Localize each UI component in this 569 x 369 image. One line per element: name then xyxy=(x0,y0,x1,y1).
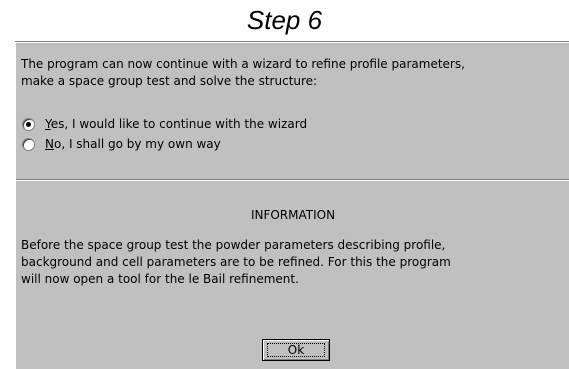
radio-mnemonic-no: N xyxy=(45,137,54,151)
radio-label-yes[interactable]: Yes, I would like to continue with the w… xyxy=(45,117,307,131)
ok-button-label: Ok xyxy=(287,343,305,357)
radio-button-no[interactable] xyxy=(22,137,35,151)
info-heading: INFORMATION xyxy=(250,208,336,222)
radio-option-no[interactable]: No, I shall go by my own way xyxy=(22,135,221,153)
ok-button-focus: Ok xyxy=(267,343,325,357)
radio-label-no[interactable]: No, I shall go by my own way xyxy=(45,137,221,151)
prompt-text: The program can now continue with a wiza… xyxy=(21,56,541,90)
info-text: Before the space group test the powder p… xyxy=(21,237,551,288)
ok-button[interactable]: Ok xyxy=(262,339,330,361)
info-line-3: will now open a tool for the le Bail ref… xyxy=(21,272,299,286)
page-title: Step 6 xyxy=(246,5,323,35)
radio-text-yes: es, I would like to continue with the wi… xyxy=(50,117,308,131)
radio-option-yes[interactable]: Yes, I would like to continue with the w… xyxy=(22,115,307,133)
info-line-2: background and cell parameters are to be… xyxy=(21,255,451,269)
radio-text-no: o, I shall go by my own way xyxy=(53,137,221,151)
radio-button-yes[interactable] xyxy=(22,117,35,131)
prompt-line-1: The program can now continue with a wiza… xyxy=(21,57,465,71)
radio-selected-dot xyxy=(26,121,31,127)
wizard-dialog: The program can now continue with a wiza… xyxy=(15,42,569,369)
info-line-1: Before the space group test the powder p… xyxy=(21,238,446,252)
section-divider xyxy=(16,179,569,181)
prompt-line-2: make a space group test and solve the st… xyxy=(21,74,318,88)
